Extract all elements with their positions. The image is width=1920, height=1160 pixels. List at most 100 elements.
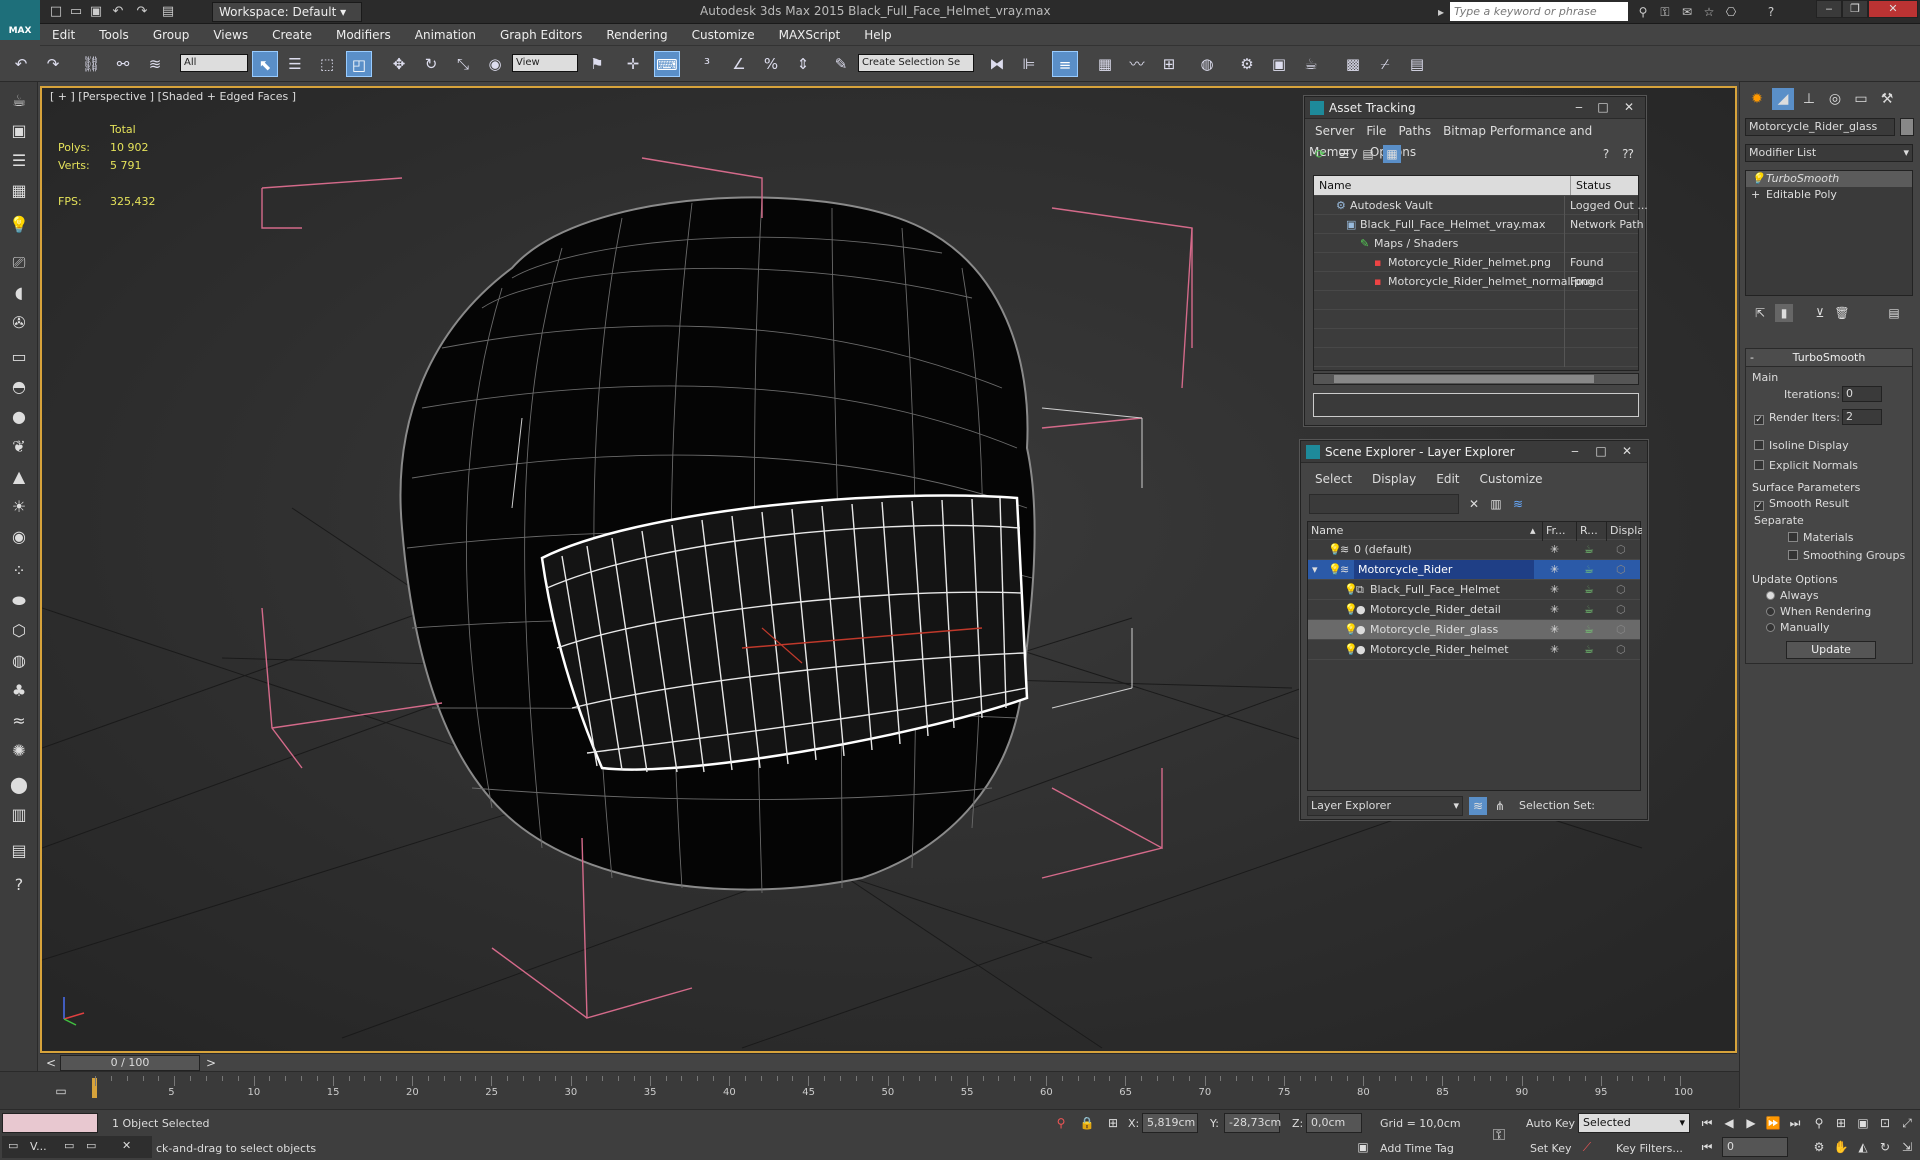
graphite-toggle-icon[interactable]: ▦ [1092,51,1118,77]
freeze-snowflake-icon[interactable]: ✳ [1550,640,1559,659]
remove-modifier-icon[interactable]: 🗑 [1833,304,1851,322]
isolate-selection-icon[interactable]: ⚲ [1052,1114,1070,1132]
material-editor-icon[interactable]: ◍ [1194,51,1220,77]
layers-options-icon[interactable]: ≋ [1509,495,1527,513]
key-mode-toggle-icon[interactable]: ⏮ [1698,1138,1716,1156]
keyboard-shortcut-override-icon[interactable]: ⌨ [654,51,680,77]
render-production-icon[interactable]: ☕ [1298,51,1324,77]
render-teapot-icon[interactable]: ☕ [1584,600,1594,619]
se-menu-customize[interactable]: Customize [1470,472,1553,486]
search-input[interactable]: Type a keyword or phrase [1450,2,1628,21]
when-rendering-radio[interactable] [1766,607,1775,616]
asset-row[interactable] [1314,291,1638,310]
menu-customize[interactable]: Customize [680,24,767,46]
help-topics-icon[interactable]: ⁇ [1619,145,1637,163]
layer-explorer-icon[interactable]: ≡ [1052,51,1078,77]
freeze-snowflake-icon[interactable]: ✳ [1550,580,1559,599]
render-activeshade-icon[interactable]: ▩ [1340,51,1366,77]
col-status[interactable]: Status [1570,176,1611,195]
rendered-frame-window-icon[interactable]: ▣ [1266,51,1292,77]
horizontal-scrollbar[interactable] [1313,373,1639,385]
menu-graph-editors[interactable]: Graph Editors [488,24,594,46]
undo-icon[interactable]: ↶ [8,51,34,77]
next-key-icon[interactable]: ⏩ [1764,1114,1782,1132]
modifier-list-dropdown[interactable]: Modifier List ▾ [1745,144,1913,162]
list-icon[interactable]: ☰ [6,148,32,174]
manually-radio[interactable] [1766,623,1775,632]
communication-icon[interactable]: ✉ [1678,3,1696,21]
pivot-center-icon[interactable]: ⚑ [584,51,610,77]
explorer-type-dropdown[interactable]: Layer Explorer ▾ [1307,796,1463,816]
open-file-icon[interactable]: ▭ [66,2,86,22]
render-teapot-icon[interactable]: ☕ [1584,620,1594,639]
taskbar-item[interactable]: ▭ V... ▭ ▭ ✕ [2,1136,152,1158]
show-end-result-icon[interactable]: ▮ [1775,304,1793,322]
window-crossing-icon[interactable]: ◰ [346,51,372,77]
menu-create[interactable]: Create [260,24,324,46]
align-icon[interactable]: ⊫ [1016,51,1042,77]
smooth-result-checkbox[interactable]: ✓ [1754,501,1764,511]
zoom-icon[interactable]: ⚲ [1810,1114,1828,1132]
asset-row[interactable] [1314,329,1638,348]
film-icon[interactable]: ✇ [6,310,32,336]
display-box-icon[interactable]: ⬡ [1616,540,1626,559]
utilities-tab-icon[interactable]: ⚒ [1876,88,1898,110]
cone-icon[interactable]: ▲ [6,464,32,490]
lock-selection-icon[interactable]: 🔒 [1078,1114,1096,1132]
render-teapot-icon[interactable]: ☕ [1584,580,1594,599]
current-frame-field[interactable]: 0 [1722,1137,1788,1157]
redo-icon[interactable]: ↷ [40,51,66,77]
always-radio[interactable] [1766,591,1775,600]
expand-arrow-icon[interactable]: ▾ [1312,560,1318,579]
object-color-swatch[interactable] [1900,118,1914,136]
hierarchy-tab-icon[interactable]: ⊥ [1798,88,1820,110]
workspace-dropdown[interactable]: Workspace: Default ▾ [212,2,362,22]
app-menu-button[interactable]: MAX [0,0,40,40]
se-menu-edit[interactable]: Edit [1426,472,1469,486]
spinner-snap-icon[interactable]: ⇕ [790,51,816,77]
modify-tab-icon[interactable]: ◢ [1772,88,1794,110]
grid-icon[interactable]: ▦ [6,178,32,204]
globe-icon[interactable]: ◍ [6,648,32,674]
named-selection-dropdown[interactable]: Create Selection Se [858,54,974,72]
schematic-view-icon[interactable]: ⊞ [1156,51,1182,77]
track-bar[interactable]: ▭ 5 10 15 20 25 30 35 40 45 50 55 60 65 70 75 80 85 90 95 1… [0,1071,1739,1109]
menu-animation[interactable]: Animation [403,24,488,46]
key-icon[interactable]: ⟋ [1578,1138,1596,1156]
exchange-icon[interactable]: ⎔ [1722,3,1740,21]
se-menu-display[interactable]: Display [1362,472,1426,486]
sphere-icon[interactable]: ● [6,404,32,430]
at-menu-file[interactable]: File [1360,124,1392,138]
asset-tracking-titlebar[interactable]: Asset Tracking ‒ □ ✕ [1305,97,1645,119]
edit-named-selection-icon[interactable]: ✎ [828,51,854,77]
display-box-icon[interactable]: ⬡ [1616,600,1626,619]
render-teapot-icon[interactable]: ☕ [1584,640,1594,659]
filter-icon[interactable]: ▥ [1487,495,1505,513]
menu-maxscript[interactable]: MAXScript [767,24,853,46]
col-render[interactable]: R... [1576,522,1606,541]
scrollbar-thumb[interactable] [1334,375,1594,383]
search-arrow-icon[interactable]: ▸ [1432,3,1450,21]
sound-icon[interactable]: ◖ [6,280,32,306]
selection-filter-dropdown[interactable]: All [180,54,248,72]
field-of-view-icon[interactable]: ◭ [1854,1138,1872,1156]
expand-icon[interactable]: + [1751,187,1760,203]
place-icon[interactable]: ◉ [482,51,508,77]
minimize-icon[interactable]: ‒ [1567,99,1591,116]
help-icon[interactable]: ? [1597,145,1615,163]
smoothing-groups-checkbox[interactable] [1788,550,1798,560]
menu-tools[interactable]: Tools [87,24,141,46]
time-tag-icon[interactable]: ▣ [1354,1138,1372,1156]
col-display[interactable]: Displa... [1606,522,1642,541]
disc-icon[interactable]: ◉ [6,524,32,550]
binoculars-icon[interactable]: ⚲ [1634,3,1652,21]
reference-coordinate-dropdown[interactable]: View [512,54,578,72]
select-manipulate-icon[interactable]: ✛ [620,51,646,77]
teapot-icon[interactable]: ☕ [6,88,32,114]
undo-icon[interactable]: ↶ [108,2,128,22]
help-icon[interactable]: ? [1762,3,1780,21]
pin-stack-icon[interactable]: ⇱ [1751,304,1769,322]
asset-row[interactable] [1314,310,1638,329]
create-tab-icon[interactable]: ✹ [1746,88,1768,110]
next-frame-icon[interactable]: > [202,1054,220,1072]
